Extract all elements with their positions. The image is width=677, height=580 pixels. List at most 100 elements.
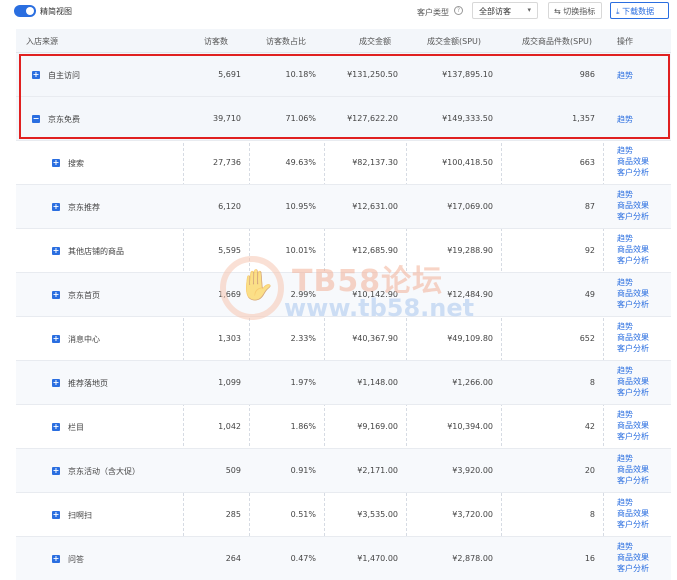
col-items-spu[interactable]: 成交商品件数(SPU)	[522, 36, 592, 47]
items-spu-value: 92	[584, 246, 595, 255]
visitor-pct-value: 10.18%	[285, 70, 316, 79]
customer-type-select[interactable]: 全部访客 ▾	[472, 2, 538, 19]
expand-icon[interactable]: +	[52, 379, 60, 387]
amount-spu-value: ¥17,069.00	[447, 202, 493, 211]
amount-spu-value: ¥3,920.00	[452, 466, 493, 475]
visitor-pct-value: 0.47%	[290, 554, 316, 563]
amount-spu-value: ¥19,288.90	[447, 246, 493, 255]
amount-value: ¥10,142.90	[352, 290, 398, 299]
product-effect-link[interactable]: 商品效果	[617, 464, 649, 475]
customer-analysis-link[interactable]: 客户分析	[617, 343, 649, 354]
expand-icon[interactable]: +	[32, 71, 40, 79]
customer-analysis-link[interactable]: 客户分析	[617, 255, 649, 266]
trend-link[interactable]: 趋势	[617, 70, 633, 81]
table-row: + 其他店铺的商品 5,595 10.01% ¥12,685.90 ¥19,288.90 9…	[16, 229, 671, 273]
product-effect-link[interactable]: 商品效果	[617, 332, 649, 343]
customer-analysis-link[interactable]: 客户分析	[617, 167, 649, 178]
visitor-pct-value: 2.33%	[290, 334, 316, 343]
visitor-pct-value: 1.86%	[290, 422, 316, 431]
customer-analysis-link[interactable]: 客户分析	[617, 431, 649, 442]
source-name: 搜索	[68, 159, 84, 168]
switch-metrics-label: 切换指标	[563, 7, 596, 16]
amount-value: ¥82,137.30	[352, 158, 398, 167]
visitors-value: 39,710	[213, 114, 241, 123]
amount-spu-value: ¥12,484.90	[447, 290, 493, 299]
table-row: + 推荐落地页 1,099 1.97% ¥1,148.00 ¥1,266.00 8 趋势 商品效…	[16, 361, 671, 405]
table-row: + 自主访问 5,691 10.18% ¥131,250.50 ¥137,895.10 98…	[16, 53, 671, 97]
table-row: + 栏目 1,042 1.86% ¥9,169.00 ¥10,394.00 42 趋势 商品效果…	[16, 405, 671, 449]
source-name: 其他店铺的商品	[68, 247, 124, 256]
expand-icon[interactable]: +	[52, 291, 60, 299]
amount-value: ¥1,470.00	[357, 554, 398, 563]
product-effect-link[interactable]: 商品效果	[617, 552, 649, 563]
product-effect-link[interactable]: 商品效果	[617, 288, 649, 299]
source-name: 消息中心	[68, 335, 100, 344]
amount-spu-value: ¥49,109.80	[447, 334, 493, 343]
amount-value: ¥1,148.00	[357, 378, 398, 387]
product-effect-link[interactable]: 商品效果	[617, 508, 649, 519]
help-icon[interactable]: ?	[454, 6, 463, 15]
product-effect-link[interactable]: 商品效果	[617, 420, 649, 431]
collapse-icon[interactable]: −	[32, 115, 40, 123]
amount-value: ¥131,250.50	[347, 70, 398, 79]
items-spu-value: 8	[589, 378, 595, 387]
trend-link[interactable]: 趋势	[617, 189, 633, 200]
trend-link[interactable]: 趋势	[617, 145, 633, 156]
expand-icon[interactable]: +	[52, 203, 60, 211]
visitor-pct-value: 10.95%	[285, 202, 316, 211]
trend-link[interactable]: 趋势	[617, 233, 633, 244]
trend-link[interactable]: 趋势	[617, 114, 633, 125]
col-visitor-pct[interactable]: 访客数占比	[266, 36, 306, 47]
visitor-pct-value: 10.01%	[285, 246, 316, 255]
chevron-down-icon: ▾	[527, 6, 531, 14]
product-effect-link[interactable]: 商品效果	[617, 200, 649, 211]
col-amount-spu[interactable]: 成交金额(SPU)	[427, 36, 481, 47]
expand-icon[interactable]: +	[52, 467, 60, 475]
col-source: 入店来源	[26, 37, 58, 46]
amount-value: ¥12,631.00	[352, 202, 398, 211]
trend-link[interactable]: 趋势	[617, 497, 633, 508]
amount-value: ¥2,171.00	[357, 466, 398, 475]
customer-type-value: 全部访客	[479, 7, 511, 16]
customer-analysis-link[interactable]: 客户分析	[617, 563, 649, 574]
product-effect-link[interactable]: 商品效果	[617, 244, 649, 255]
expand-icon[interactable]: +	[52, 335, 60, 343]
col-ops: 操作	[617, 37, 633, 46]
expand-icon[interactable]: +	[52, 555, 60, 563]
trend-link[interactable]: 趋势	[617, 321, 633, 332]
items-spu-value: 42	[584, 422, 595, 431]
visitors-value: 509	[225, 466, 241, 475]
visitors-value: 285	[225, 510, 241, 519]
table-row: + 消息中心 1,303 2.33% ¥40,367.90 ¥49,109.80 652 趋势…	[16, 317, 671, 361]
switch-metrics-button[interactable]: ⇆ 切换指标	[548, 2, 602, 19]
product-effect-link[interactable]: 商品效果	[617, 376, 649, 387]
customer-analysis-link[interactable]: 客户分析	[617, 299, 649, 310]
source-name: 自主访问	[48, 71, 80, 80]
amount-spu-value: ¥3,720.00	[452, 510, 493, 519]
customer-analysis-link[interactable]: 客户分析	[617, 519, 649, 530]
expand-icon[interactable]: +	[52, 247, 60, 255]
customer-analysis-link[interactable]: 客户分析	[617, 211, 649, 222]
trend-link[interactable]: 趋势	[617, 365, 633, 376]
source-name: 栏目	[68, 423, 84, 432]
expand-icon[interactable]: +	[52, 159, 60, 167]
items-spu-value: 87	[584, 202, 595, 211]
download-data-button[interactable]: ⤓ 下载数据	[610, 2, 669, 19]
customer-analysis-link[interactable]: 客户分析	[617, 475, 649, 486]
trend-link[interactable]: 趋势	[617, 277, 633, 288]
customer-type-label: 客户类型	[417, 8, 449, 17]
trend-link[interactable]: 趋势	[617, 409, 633, 420]
table-row: + 搜索 27,736 49.63% ¥82,137.30 ¥100,418.50 663 趋…	[16, 141, 671, 185]
expand-icon[interactable]: +	[52, 423, 60, 431]
expand-icon[interactable]: +	[52, 511, 60, 519]
simple-view-toggle[interactable]	[14, 5, 36, 17]
table-row: + 扫啊扫 285 0.51% ¥3,535.00 ¥3,720.00 8 趋势 商品效果 客户分…	[16, 493, 671, 537]
source-name: 京东推荐	[68, 203, 100, 212]
col-amount[interactable]: 成交金额	[359, 36, 391, 47]
col-visitors[interactable]: 访客数	[204, 36, 228, 47]
customer-analysis-link[interactable]: 客户分析	[617, 387, 649, 398]
trend-link[interactable]: 趋势	[617, 541, 633, 552]
product-effect-link[interactable]: 商品效果	[617, 156, 649, 167]
visitors-value: 1,099	[218, 378, 241, 387]
trend-link[interactable]: 趋势	[617, 453, 633, 464]
